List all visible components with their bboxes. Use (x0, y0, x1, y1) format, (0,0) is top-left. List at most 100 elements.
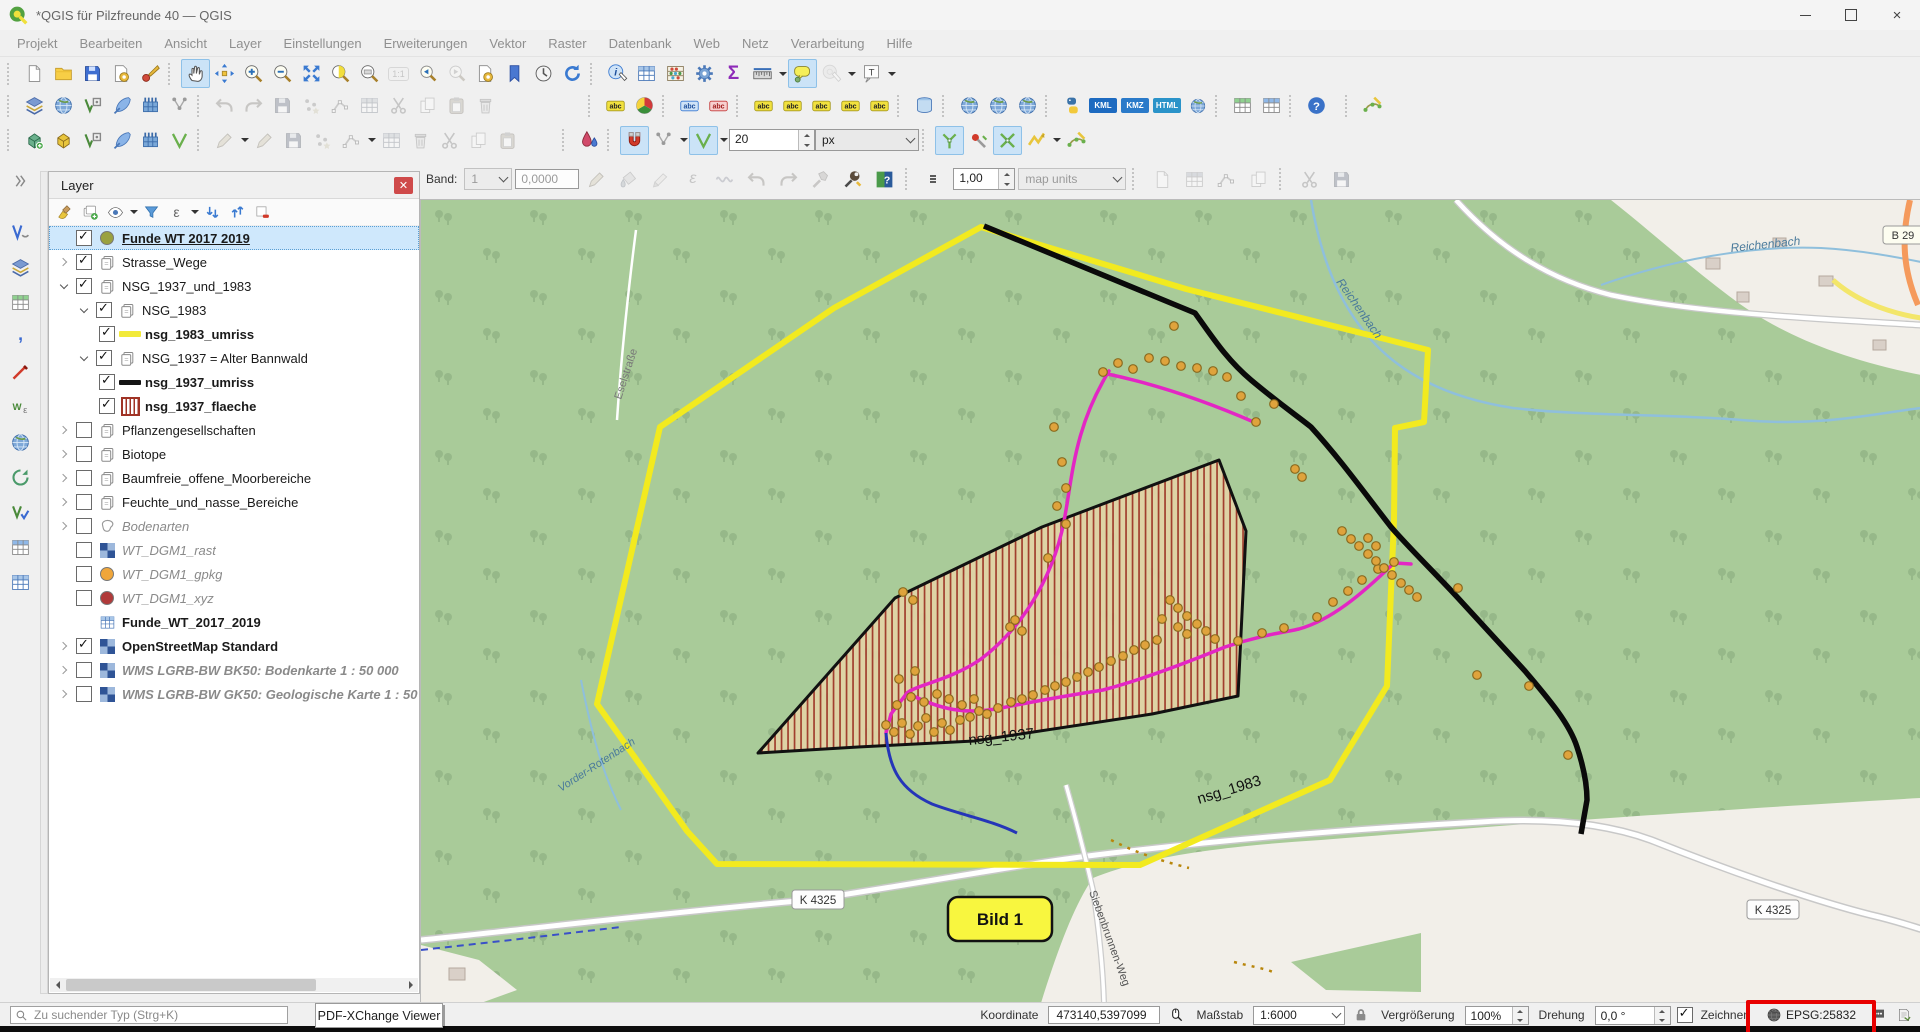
layer-row-wt-dgm1-xyz[interactable]: WT_DGM1_xyz (49, 586, 419, 610)
menu-vektor[interactable]: Vektor (478, 36, 537, 51)
zoom-to-layer-button[interactable] (355, 59, 384, 88)
layer-checkbox[interactable] (96, 350, 112, 366)
raster-style-button[interactable] (838, 165, 867, 194)
menu-netz[interactable]: Netz (731, 36, 780, 51)
pan-to-selection-button[interactable] (210, 59, 239, 88)
layer-row-funde[interactable]: Funde WT 2017 2019 (49, 226, 419, 250)
grid-table-button[interactable] (1228, 91, 1257, 120)
toggle-editing-button[interactable] (250, 126, 279, 155)
pin-labels-button[interactable] (749, 91, 778, 120)
layer-row-pflanzengesellschaften[interactable]: Pflanzengesellschaften (49, 418, 419, 442)
raster-tools-button[interactable] (806, 165, 835, 194)
layer-checkbox[interactable] (76, 230, 92, 246)
toolbar-grip[interactable] (942, 95, 950, 117)
layer-checkbox[interactable] (99, 326, 115, 342)
new-vector-layer-button[interactable] (165, 126, 194, 155)
toolbar-grip[interactable] (588, 95, 596, 117)
zoom-native-button[interactable]: 1:1 (384, 59, 413, 88)
layer-checkbox[interactable] (76, 422, 92, 438)
minimize-button[interactable] (1782, 0, 1828, 30)
raster-interpolate-button[interactable] (710, 165, 739, 194)
layer-row-nsg-1937-alter-bannwald[interactable]: NSG_1937 = Alter Bannwald (49, 346, 419, 370)
layer-row-biotope[interactable]: Biotope (49, 442, 419, 466)
undo-button[interactable] (210, 91, 239, 120)
wfs-epsilon-button[interactable] (6, 393, 35, 422)
toolbar-grip[interactable] (607, 129, 615, 151)
cut-button[interactable] (435, 126, 464, 155)
open-project-button[interactable] (49, 59, 78, 88)
intersection-snapping-button[interactable] (993, 126, 1022, 155)
zoom-last-button[interactable] (413, 59, 442, 88)
toolbar-grip[interactable] (590, 63, 598, 85)
toolbar-grip[interactable] (736, 95, 744, 117)
add-delimited-text-button[interactable] (165, 91, 194, 120)
add-mesh-layer-button[interactable] (136, 91, 165, 120)
data-source-manager-button[interactable] (20, 91, 49, 120)
layer-checkbox[interactable] (76, 254, 92, 270)
raster-redo-button[interactable] (774, 165, 803, 194)
refresh-circle-button[interactable] (6, 463, 35, 492)
html-export-button[interactable]: HTML (1153, 98, 1181, 113)
toolbar-grip[interactable] (7, 95, 15, 117)
remove-layer-button[interactable] (250, 200, 275, 225)
log-button[interactable] (1894, 1005, 1914, 1025)
expander-icon[interactable] (55, 422, 72, 439)
coordinate-input[interactable] (1054, 1007, 1154, 1023)
globe-export-button[interactable] (1183, 91, 1212, 120)
zoom-to-selection-button[interactable] (326, 59, 355, 88)
zoom-out-button[interactable] (268, 59, 297, 88)
new-mesh-layer-button[interactable] (136, 126, 165, 155)
toolbar-grip[interactable] (1132, 168, 1140, 190)
filter-expression-dropdown[interactable] (189, 199, 200, 226)
expander-icon[interactable] (55, 686, 72, 703)
wcs-service-button[interactable] (1013, 91, 1042, 120)
menu-layer[interactable]: Layer (218, 36, 273, 51)
layer-checkbox[interactable] (76, 278, 92, 294)
processing-toolbox-button[interactable] (690, 59, 719, 88)
plugin-tool-button[interactable] (1358, 91, 1387, 120)
zoom-in-button[interactable] (239, 59, 268, 88)
layer-labeling-button[interactable] (601, 91, 630, 120)
raster-bucket-button[interactable] (614, 165, 643, 194)
toolbar-grip[interactable] (1215, 95, 1223, 117)
line-width-button[interactable] (921, 165, 950, 194)
attributes-form-button[interactable] (355, 91, 384, 120)
layer-checkbox[interactable] (76, 590, 92, 606)
expander-icon[interactable] (55, 254, 72, 271)
units-combo[interactable]: map units (1018, 168, 1126, 190)
raster-undo-button[interactable] (742, 165, 771, 194)
add-feature-button[interactable] (308, 126, 337, 155)
cell-value-field[interactable]: 0,0000 (515, 169, 579, 189)
rotation-spinbox[interactable]: 0,0 ° (1595, 1006, 1671, 1025)
current-edits-dropdown[interactable] (239, 127, 250, 154)
layer-checkbox[interactable] (76, 566, 92, 582)
vertex-tool-button[interactable] (326, 91, 355, 120)
toolbar-grip[interactable] (197, 129, 205, 151)
highlight-labels-button[interactable] (778, 91, 807, 120)
snapping-mode-dropdown[interactable] (718, 127, 729, 154)
show-sum-button[interactable]: Σ (719, 59, 748, 88)
measure-dropdown[interactable] (777, 60, 788, 87)
toolbar-grip[interactable] (7, 63, 15, 85)
rotate-label-button[interactable] (836, 91, 865, 120)
spin-arrows[interactable] (798, 130, 814, 150)
scale-combo[interactable]: 1:6000 (1253, 1006, 1345, 1025)
attribute-table-button[interactable] (632, 59, 661, 88)
layer-checkbox[interactable] (76, 686, 92, 702)
new-shapefile-layer-button[interactable] (49, 126, 78, 155)
redline-sketch-button[interactable] (6, 358, 35, 387)
toolbar-grip[interactable] (197, 95, 205, 117)
blue-grid-button[interactable] (6, 533, 35, 562)
wfs-service-button[interactable] (984, 91, 1013, 120)
label-blue-button[interactable] (675, 91, 704, 120)
lock-scale-button[interactable] (1351, 1005, 1371, 1025)
menu-verarbeitung[interactable]: Verarbeitung (780, 36, 876, 51)
expander-icon[interactable] (55, 662, 72, 679)
layer-row-wt-dgm1-gpkg[interactable]: WT_DGM1_gpkg (49, 562, 419, 586)
layer-checkbox[interactable] (76, 638, 92, 654)
snapping-mode-button[interactable] (689, 126, 718, 155)
expander-icon[interactable] (55, 446, 72, 463)
messages-button[interactable] (1868, 1005, 1888, 1025)
expander-icon[interactable] (55, 494, 72, 511)
snapping-tolerance-spinbox[interactable]: 20 (729, 129, 815, 151)
